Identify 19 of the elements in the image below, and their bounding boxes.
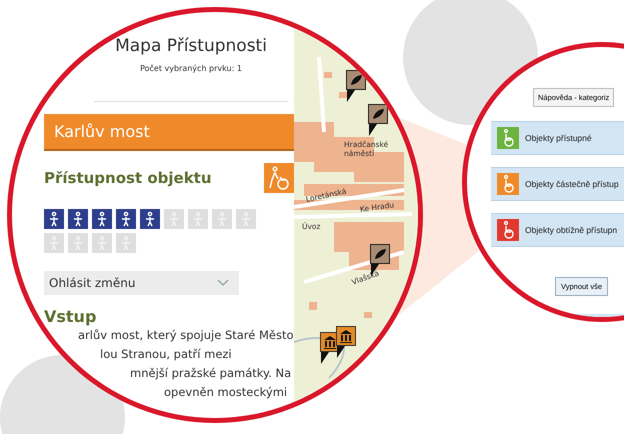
museum-marker-icon[interactable] <box>336 326 356 358</box>
category-row[interactable]: Objekty obtížně přístupn <box>491 213 624 247</box>
report-change-dropdown[interactable]: Ohlásit změnu <box>44 271 239 295</box>
category-row[interactable]: Objekty částečně přístup <box>491 167 624 201</box>
entry-heading: Vstup <box>44 307 98 326</box>
description-line: lou Stranou, patří mezi <box>100 347 232 361</box>
wheelchair-icon <box>264 163 294 193</box>
app-title: Mapa Přístupnosti <box>115 36 267 56</box>
place-name-bar: Karlův most <box>44 114 294 151</box>
tree-marker-icon[interactable] <box>346 70 366 102</box>
section-title: Přístupnost objektu <box>44 169 212 187</box>
selected-count: Počet vybraných prvku: 1 <box>140 64 242 73</box>
river-line <box>294 337 345 379</box>
description-line: arlův most, který spojuje Staré Město <box>78 328 294 342</box>
description-line: opevněn mosteckými <box>164 385 288 399</box>
category-row[interactable]: Objekty přístupné <box>491 121 624 155</box>
chevron-down-icon <box>217 279 229 287</box>
description-line: mnější pražské památky. Na <box>130 366 292 380</box>
tree-marker-icon[interactable] <box>368 104 388 136</box>
